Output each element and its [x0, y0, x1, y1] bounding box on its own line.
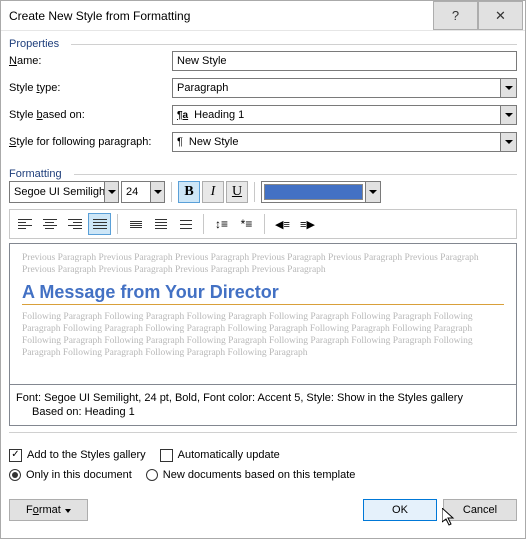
- name-label: Name:: [9, 55, 172, 67]
- chevron-down-icon: [505, 86, 513, 90]
- ok-button[interactable]: OK: [363, 499, 437, 521]
- italic-button[interactable]: I: [202, 181, 224, 203]
- auto-update-checkbox[interactable]: Automatically update: [160, 449, 280, 462]
- style-type-select[interactable]: Paragraph: [172, 78, 500, 98]
- new-documents-radio[interactable]: New documents based on this template: [146, 469, 356, 481]
- style-following-label: Style for following paragraph:: [9, 136, 172, 148]
- decrease-indent-button[interactable]: ◀≡: [271, 213, 294, 235]
- style-based-select[interactable]: ¶aHeading 1: [172, 105, 500, 125]
- radio-icon: [9, 469, 21, 481]
- increase-indent-button[interactable]: ≡▶: [296, 213, 319, 235]
- titlebar: Create New Style from Formatting ? ✕: [1, 1, 525, 31]
- preview-following-text: Following Paragraph Following Paragraph …: [22, 311, 504, 359]
- chevron-down-icon: [108, 190, 116, 194]
- add-to-gallery-checkbox[interactable]: Add to the Styles gallery: [9, 449, 146, 462]
- checkbox-icon: [9, 449, 22, 462]
- preview-divider: [22, 304, 504, 305]
- space-before-decrease-button[interactable]: *≡: [235, 213, 258, 235]
- style-preview: Previous Paragraph Previous Paragraph Pr…: [9, 243, 517, 385]
- line-spacing-2-button[interactable]: [174, 213, 197, 235]
- paragraph-toolbar: ↕≡ *≡ ◀≡ ≡▶: [9, 209, 517, 239]
- cancel-button[interactable]: Cancel: [443, 499, 517, 521]
- font-size-select[interactable]: 24: [121, 181, 165, 203]
- style-based-dropdown-button[interactable]: [500, 105, 517, 125]
- desc-line-1: Font: Segoe UI Semilight, 24 pt, Bold, F…: [16, 391, 506, 405]
- style-description: Font: Segoe UI Semilight, 24 pt, Bold, F…: [9, 385, 517, 426]
- name-input[interactable]: [172, 51, 517, 71]
- preview-previous-text: Previous Paragraph Previous Paragraph Pr…: [22, 252, 504, 276]
- help-button[interactable]: ?: [433, 1, 478, 30]
- style-based-label: Style based on:: [9, 109, 172, 121]
- chevron-down-icon: [369, 190, 377, 194]
- create-style-dialog: Create New Style from Formatting ? ✕ Pro…: [0, 0, 526, 539]
- underline-button[interactable]: U: [226, 181, 248, 203]
- only-this-document-radio[interactable]: Only in this document: [9, 469, 132, 481]
- format-button[interactable]: Format: [9, 499, 88, 521]
- align-right-button[interactable]: [63, 213, 86, 235]
- style-type-dropdown-button[interactable]: [500, 78, 517, 98]
- font-toolbar: Segoe UI Semiligh 24 B I U: [9, 181, 517, 203]
- space-before-increase-button[interactable]: ↕≡: [210, 213, 233, 235]
- bold-button[interactable]: B: [178, 181, 200, 203]
- desc-line-2: Based on: Heading 1: [16, 405, 506, 419]
- pilcrow-icon: ¶: [177, 136, 183, 148]
- align-center-button[interactable]: [38, 213, 61, 235]
- align-left-button[interactable]: [13, 213, 36, 235]
- line-spacing-1-button[interactable]: [124, 213, 147, 235]
- formatting-heading: Formatting: [1, 161, 70, 179]
- font-color-select[interactable]: [261, 181, 381, 203]
- chevron-down-icon: [505, 140, 513, 144]
- preview-sample-text: A Message from Your Director: [22, 282, 504, 303]
- pilcrow-icon: ¶a: [177, 110, 188, 121]
- chevron-down-icon: [154, 190, 162, 194]
- chevron-down-icon: [505, 113, 513, 117]
- font-family-select[interactable]: Segoe UI Semiligh: [9, 181, 119, 203]
- color-swatch: [264, 184, 363, 200]
- line-spacing-1-5-button[interactable]: [149, 213, 172, 235]
- properties-heading: Properties: [1, 31, 67, 49]
- style-following-dropdown-button[interactable]: [500, 132, 517, 152]
- style-following-select[interactable]: ¶New Style: [172, 132, 500, 152]
- style-type-label: Style type:: [9, 82, 172, 94]
- align-justify-button[interactable]: [88, 213, 111, 235]
- dialog-title: Create New Style from Formatting: [9, 9, 433, 23]
- close-button[interactable]: ✕: [478, 1, 523, 30]
- checkbox-icon: [160, 449, 173, 462]
- radio-icon: [146, 469, 158, 481]
